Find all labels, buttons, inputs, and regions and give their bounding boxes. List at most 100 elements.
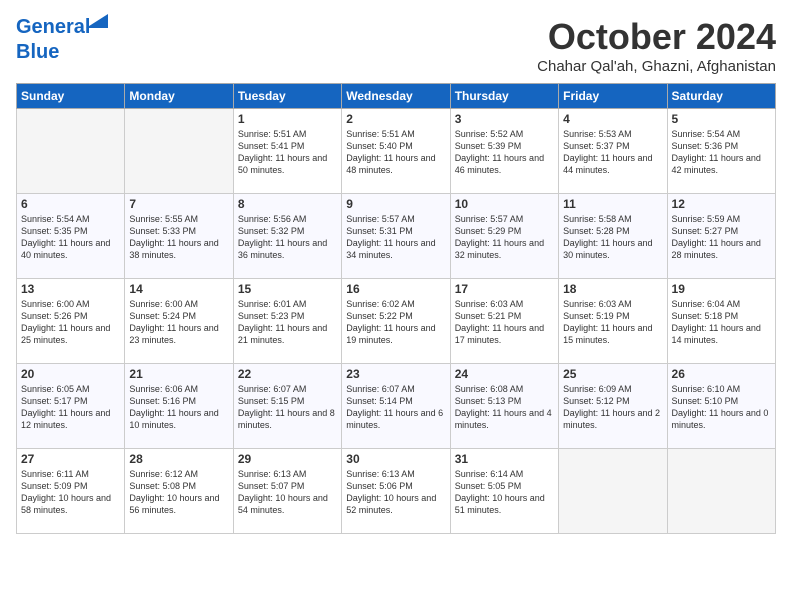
day-number: 18 <box>563 282 662 296</box>
day-number: 20 <box>21 367 120 381</box>
day-info: Sunrise: 6:04 AMSunset: 5:18 PMDaylight:… <box>672 298 771 347</box>
day-number: 25 <box>563 367 662 381</box>
calendar-cell: 18Sunrise: 6:03 AMSunset: 5:19 PMDayligh… <box>559 279 667 364</box>
day-header-thursday: Thursday <box>450 84 558 109</box>
day-number: 9 <box>346 197 445 211</box>
day-number: 13 <box>21 282 120 296</box>
day-info: Sunrise: 5:52 AMSunset: 5:39 PMDaylight:… <box>455 128 554 177</box>
calendar-week-2: 6Sunrise: 5:54 AMSunset: 5:35 PMDaylight… <box>17 194 776 279</box>
logo-wing-icon <box>86 14 108 28</box>
day-info: Sunrise: 6:00 AMSunset: 5:26 PMDaylight:… <box>21 298 120 347</box>
calendar-cell: 6Sunrise: 5:54 AMSunset: 5:35 PMDaylight… <box>17 194 125 279</box>
day-number: 16 <box>346 282 445 296</box>
day-number: 12 <box>672 197 771 211</box>
day-info: Sunrise: 6:01 AMSunset: 5:23 PMDaylight:… <box>238 298 337 347</box>
calendar-cell: 19 Sunrise: 6:04 AMSunset: 5:18 PMDayligh… <box>667 279 775 364</box>
calendar-week-5: 27 Sunrise: 6:11 AMSunset: 5:09 PMDayligh… <box>17 449 776 534</box>
calendar-cell: 11 Sunrise: 5:58 AMSunset: 5:28 PMDayligh… <box>559 194 667 279</box>
day-info: Sunrise: 5:51 AMSunset: 5:41 PMDaylight:… <box>238 128 337 177</box>
calendar-week-1: 1 Sunrise: 5:51 AMSunset: 5:41 PMDaylight… <box>17 109 776 194</box>
day-info: Sunrise: 6:06 AMSunset: 5:16 PMDaylight:… <box>129 383 228 432</box>
calendar-cell: 26 Sunrise: 6:10 AMSunset: 5:10 PMDayligh… <box>667 364 775 449</box>
logo-general: General <box>16 16 90 38</box>
day-number: 15 <box>238 282 337 296</box>
calendar-cell: 20 Sunrise: 6:05 AMSunset: 5:17 PMDayligh… <box>17 364 125 449</box>
day-number: 1 <box>238 112 337 126</box>
day-number: 5 <box>672 112 771 126</box>
calendar-cell: 27 Sunrise: 6:11 AMSunset: 5:09 PMDayligh… <box>17 449 125 534</box>
calendar-cell: 30Sunrise: 6:13 AMSunset: 5:06 PMDayligh… <box>342 449 450 534</box>
calendar-week-4: 20 Sunrise: 6:05 AMSunset: 5:17 PMDayligh… <box>17 364 776 449</box>
calendar-cell: 23Sunrise: 6:07 AMSunset: 5:14 PMDayligh… <box>342 364 450 449</box>
month-title: October 2024 <box>537 16 776 58</box>
day-number: 28 <box>129 452 228 466</box>
day-info: Sunrise: 5:57 AMSunset: 5:29 PMDaylight:… <box>455 213 554 262</box>
day-info: Sunrise: 6:14 AMSunset: 5:05 PMDaylight:… <box>455 468 554 517</box>
calendar-cell: 13 Sunrise: 6:00 AMSunset: 5:26 PMDayligh… <box>17 279 125 364</box>
title-block: October 2024 Chahar Qal'ah, Ghazni, Afgh… <box>537 16 776 75</box>
day-info: Sunrise: 5:53 AMSunset: 5:37 PMDaylight:… <box>563 128 662 177</box>
day-header-monday: Monday <box>125 84 233 109</box>
calendar-cell: 3Sunrise: 5:52 AMSunset: 5:39 PMDaylight… <box>450 109 558 194</box>
day-info: Sunrise: 6:08 AMSunset: 5:13 PMDaylight:… <box>455 383 554 432</box>
day-number: 31 <box>455 452 554 466</box>
calendar-cell: 2Sunrise: 5:51 AMSunset: 5:40 PMDaylight… <box>342 109 450 194</box>
day-number: 27 <box>21 452 120 466</box>
logo-blue: Blue <box>16 41 59 63</box>
day-number: 4 <box>563 112 662 126</box>
calendar-cell: 28Sunrise: 6:12 AMSunset: 5:08 PMDayligh… <box>125 449 233 534</box>
calendar-cell: 12Sunrise: 5:59 AMSunset: 5:27 PMDayligh… <box>667 194 775 279</box>
day-number: 30 <box>346 452 445 466</box>
day-header-saturday: Saturday <box>667 84 775 109</box>
day-number: 10 <box>455 197 554 211</box>
calendar-cell: 29 Sunrise: 6:13 AMSunset: 5:07 PMDayligh… <box>233 449 341 534</box>
day-info: Sunrise: 6:02 AMSunset: 5:22 PMDaylight:… <box>346 298 445 347</box>
calendar-cell: 25 Sunrise: 6:09 AMSunset: 5:12 PMDayligh… <box>559 364 667 449</box>
calendar-cell: 24 Sunrise: 6:08 AMSunset: 5:13 PMDayligh… <box>450 364 558 449</box>
calendar-cell: 31 Sunrise: 6:14 AMSunset: 5:05 PMDayligh… <box>450 449 558 534</box>
calendar-cell: 22 Sunrise: 6:07 AMSunset: 5:15 PMDayligh… <box>233 364 341 449</box>
day-info: Sunrise: 6:09 AMSunset: 5:12 PMDaylight:… <box>563 383 662 432</box>
calendar-cell: 21 Sunrise: 6:06 AMSunset: 5:16 PMDayligh… <box>125 364 233 449</box>
day-info: Sunrise: 6:07 AMSunset: 5:14 PMDaylight:… <box>346 383 445 432</box>
calendar-cell: 14 Sunrise: 6:00 AMSunset: 5:24 PMDayligh… <box>125 279 233 364</box>
day-number: 26 <box>672 367 771 381</box>
day-number: 8 <box>238 197 337 211</box>
day-info: Sunrise: 6:11 AMSunset: 5:09 PMDaylight:… <box>21 468 120 517</box>
calendar-cell: 7Sunrise: 5:55 AMSunset: 5:33 PMDaylight… <box>125 194 233 279</box>
day-number: 17 <box>455 282 554 296</box>
calendar-cell <box>17 109 125 194</box>
calendar-cell: 16 Sunrise: 6:02 AMSunset: 5:22 PMDayligh… <box>342 279 450 364</box>
location: Chahar Qal'ah, Ghazni, Afghanistan <box>537 58 776 75</box>
day-info: Sunrise: 5:57 AMSunset: 5:31 PMDaylight:… <box>346 213 445 262</box>
calendar-cell: 17Sunrise: 6:03 AMSunset: 5:21 PMDayligh… <box>450 279 558 364</box>
calendar-week-3: 13 Sunrise: 6:00 AMSunset: 5:26 PMDayligh… <box>17 279 776 364</box>
calendar-cell: 1 Sunrise: 5:51 AMSunset: 5:41 PMDaylight… <box>233 109 341 194</box>
calendar-cell: 5Sunrise: 5:54 AMSunset: 5:36 PMDaylight… <box>667 109 775 194</box>
calendar-table: SundayMondayTuesdayWednesdayThursdayFrid… <box>16 83 776 534</box>
day-number: 14 <box>129 282 228 296</box>
calendar-cell <box>125 109 233 194</box>
day-header-friday: Friday <box>559 84 667 109</box>
logo: General Blue <box>16 16 90 64</box>
day-info: Sunrise: 5:51 AMSunset: 5:40 PMDaylight:… <box>346 128 445 177</box>
day-number: 24 <box>455 367 554 381</box>
day-info: Sunrise: 6:00 AMSunset: 5:24 PMDaylight:… <box>129 298 228 347</box>
page-header: General Blue October 2024 Chahar Qal'ah,… <box>16 16 776 75</box>
day-number: 19 <box>672 282 771 296</box>
calendar-header-row: SundayMondayTuesdayWednesdayThursdayFrid… <box>17 84 776 109</box>
calendar-cell: 10 Sunrise: 5:57 AMSunset: 5:29 PMDayligh… <box>450 194 558 279</box>
calendar-cell <box>667 449 775 534</box>
day-info: Sunrise: 5:58 AMSunset: 5:28 PMDaylight:… <box>563 213 662 262</box>
day-info: Sunrise: 6:05 AMSunset: 5:17 PMDaylight:… <box>21 383 120 432</box>
day-number: 22 <box>238 367 337 381</box>
calendar-cell: 15 Sunrise: 6:01 AMSunset: 5:23 PMDayligh… <box>233 279 341 364</box>
day-number: 21 <box>129 367 228 381</box>
day-info: Sunrise: 6:10 AMSunset: 5:10 PMDaylight:… <box>672 383 771 432</box>
day-info: Sunrise: 5:56 AMSunset: 5:32 PMDaylight:… <box>238 213 337 262</box>
day-info: Sunrise: 6:07 AMSunset: 5:15 PMDaylight:… <box>238 383 337 432</box>
day-info: Sunrise: 5:55 AMSunset: 5:33 PMDaylight:… <box>129 213 228 262</box>
day-number: 11 <box>563 197 662 211</box>
day-info: Sunrise: 6:13 AMSunset: 5:07 PMDaylight:… <box>238 468 337 517</box>
day-number: 29 <box>238 452 337 466</box>
